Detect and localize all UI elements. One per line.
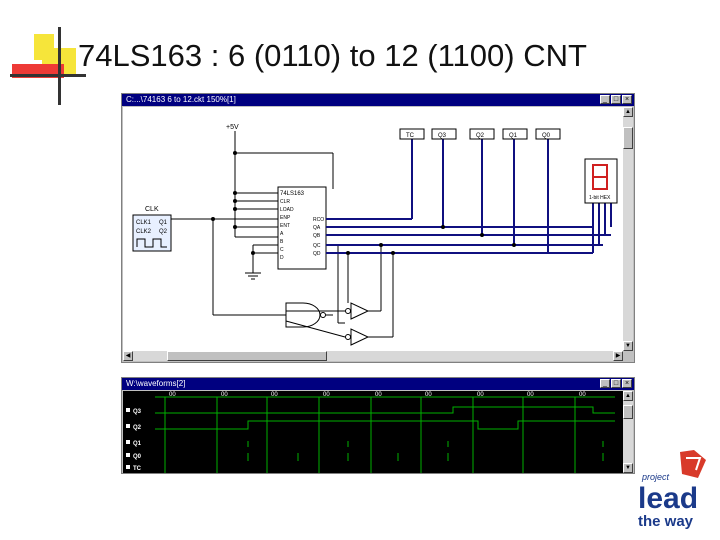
- chip-name: 74LS163: [280, 191, 305, 197]
- chip-pin-load: LOAD: [280, 207, 294, 213]
- svg-text:Q1: Q1: [509, 133, 518, 139]
- svg-text:TC: TC: [406, 133, 415, 139]
- probe-q2[interactable]: Q2: [469, 128, 495, 140]
- svg-text:Q2: Q2: [476, 133, 485, 139]
- chip-pin-b: B: [280, 239, 284, 245]
- waveform-plot: 00 00 00 00 00 00 00 00 00 Q3 Q2 Q1 Q0 T…: [126, 392, 615, 473]
- hex-display[interactable]: 1-bit HEX: [584, 158, 618, 204]
- waveform-vertical-scrollbar[interactable]: ▲ ▼: [623, 391, 633, 473]
- vertical-scroll-thumb[interactable]: [623, 405, 633, 419]
- chip-pin-qc: QC: [313, 243, 321, 249]
- chip-pin-qd: QD: [313, 251, 321, 257]
- horizontal-rule: [10, 74, 86, 77]
- signal-label-q1[interactable]: Q1: [133, 441, 142, 447]
- scroll-left-arrow-icon[interactable]: ◀: [123, 351, 133, 361]
- schematic-horizontal-scrollbar[interactable]: ◀ ▶: [123, 351, 623, 361]
- svg-text:Q3: Q3: [438, 133, 447, 139]
- clock-pin-1: CLK1: [136, 220, 152, 226]
- time-label: 00: [477, 392, 484, 398]
- probe-q1[interactable]: Q1: [502, 128, 528, 140]
- probe-tc[interactable]: TC: [399, 128, 425, 140]
- maximize-button[interactable]: □: [611, 379, 621, 388]
- logo-line-theway: the way: [638, 513, 694, 530]
- vertical-rule: [58, 27, 61, 105]
- schematic-canvas[interactable]: +5V CLK CLK1 CLK2 Q1 Q2 74LS163 CLR LOAD…: [123, 107, 623, 351]
- clock-output-2: Q2: [159, 229, 168, 235]
- close-button[interactable]: ×: [622, 95, 632, 104]
- clock-source[interactable]: CLK CLK1 CLK2 Q1 Q2: [132, 206, 172, 252]
- close-button[interactable]: ×: [622, 379, 632, 388]
- chip-pin-qb: QB: [313, 233, 321, 239]
- project-lead-the-way-logo: project lead the way: [638, 450, 706, 530]
- hex-display-label: 1-bit HEX: [589, 195, 611, 201]
- slide-decoration: [10, 27, 86, 105]
- waveform-window[interactable]: W:\waveforms[2] _ □ × 00 00 00 00 00 00 …: [121, 377, 635, 474]
- clock-label: CLK: [145, 206, 159, 213]
- logo-line-lead: lead: [638, 482, 698, 515]
- chip-pin-qa: QA: [313, 225, 321, 231]
- time-label: 00: [169, 392, 176, 398]
- time-label: 00: [425, 392, 432, 398]
- scroll-down-arrow-icon[interactable]: ▼: [623, 341, 633, 351]
- signal-label-q3[interactable]: Q3: [133, 409, 142, 415]
- probe-q3[interactable]: Q3: [431, 128, 457, 140]
- power-label: +5V: [226, 124, 239, 131]
- time-label: 00: [221, 392, 228, 398]
- waveform-canvas[interactable]: 00 00 00 00 00 00 00 00 00 Q3 Q2 Q1 Q0 T…: [123, 391, 623, 473]
- scroll-up-arrow-icon[interactable]: ▲: [623, 391, 633, 401]
- chip-pin-clr: CLR: [280, 199, 290, 205]
- logo-arrow-icon: [680, 450, 706, 478]
- time-label: 00: [527, 392, 534, 398]
- chip-pin-enp: ENP: [280, 215, 291, 221]
- signal-label-q2[interactable]: Q2: [133, 425, 142, 431]
- time-label: 00: [271, 392, 278, 398]
- schematic-window-title: C:...\74163 6 to 12.ckt 150%[1]: [126, 95, 236, 104]
- schematic-window[interactable]: C:...\74163 6 to 12.ckt 150%[1] _ □ × +5…: [121, 93, 635, 363]
- probe-q0[interactable]: Q0: [535, 128, 561, 140]
- time-label: 00: [579, 392, 586, 398]
- vertical-scroll-thumb[interactable]: [623, 127, 633, 149]
- time-label: 00: [323, 392, 330, 398]
- chip-pin-ent: ENT: [280, 223, 290, 229]
- schematic-titlebar[interactable]: C:...\74163 6 to 12.ckt 150%[1] _ □ ×: [122, 94, 634, 106]
- logo-line-project: project: [641, 472, 670, 482]
- scroll-down-arrow-icon[interactable]: ▼: [623, 463, 633, 473]
- chip-pin-d: D: [280, 255, 284, 261]
- minimize-button[interactable]: _: [600, 95, 610, 104]
- schematic-vertical-scrollbar[interactable]: ▲ ▼: [623, 107, 633, 351]
- scroll-right-arrow-icon[interactable]: ▶: [613, 351, 623, 361]
- time-label: 00: [375, 392, 382, 398]
- circuit-diagram: +5V CLK CLK1 CLK2 Q1 Q2 74LS163 CLR LOAD…: [132, 124, 618, 346]
- waveform-window-title: W:\waveforms[2]: [126, 379, 186, 388]
- waveform-titlebar[interactable]: W:\waveforms[2] _ □ ×: [122, 378, 634, 390]
- slide-title: 74LS163 : 6 (0110) to 12 (1100) CNT: [78, 38, 587, 73]
- chip-pin-c: C: [280, 247, 284, 253]
- signal-label-q0[interactable]: Q0: [133, 454, 142, 460]
- horizontal-scroll-thumb[interactable]: [167, 351, 327, 361]
- signal-label-tc[interactable]: TC: [133, 466, 142, 472]
- chip-pin-a: A: [280, 231, 284, 237]
- clock-pin-2: CLK2: [136, 229, 152, 235]
- chip-pin-rco: RCO: [313, 217, 324, 223]
- svg-text:Q0: Q0: [542, 133, 551, 139]
- clock-output-1: Q1: [159, 220, 168, 226]
- minimize-button[interactable]: _: [600, 379, 610, 388]
- scroll-up-arrow-icon[interactable]: ▲: [623, 107, 633, 117]
- maximize-button[interactable]: □: [611, 95, 621, 104]
